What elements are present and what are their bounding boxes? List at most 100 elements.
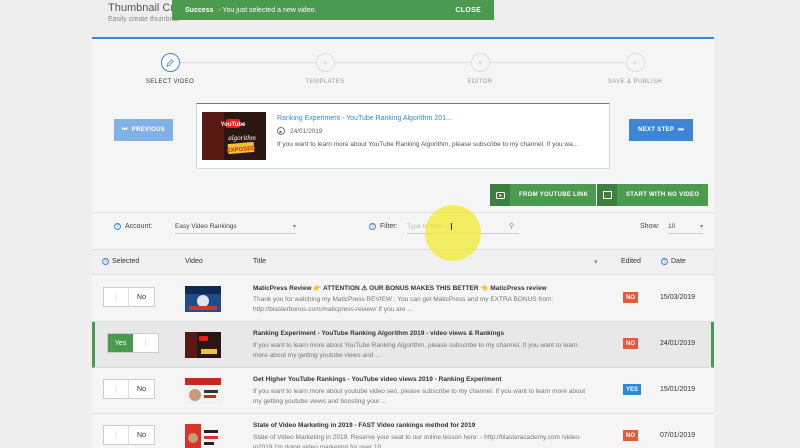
toast-strong: Success xyxy=(185,6,214,14)
plus-icon: + xyxy=(470,53,490,72)
toggle-left[interactable]: | xyxy=(104,380,129,398)
video-date: 15/01/2019 xyxy=(660,386,696,393)
account-label: Account: xyxy=(125,223,153,230)
step-templates[interactable]: + TEMPLATES xyxy=(270,53,380,85)
video-description: State of Video Marketing in 2019. Reserv… xyxy=(253,434,582,448)
column-title[interactable]: Title xyxy=(253,258,266,265)
edited-badge: NO xyxy=(623,338,638,349)
step-label: SAVE & PUBLISH xyxy=(607,79,663,85)
account-select[interactable]: Easy Video Rankings ▾ xyxy=(175,220,296,234)
selected-video-title[interactable]: Ranking Experiment - YouTube Ranking Alg… xyxy=(277,115,452,122)
section-divider xyxy=(92,212,714,213)
video-title: Ranking Experiment - YouTube Ranking Alg… xyxy=(253,330,505,337)
plus-icon: + xyxy=(625,53,645,72)
select-toggle[interactable]: | No xyxy=(103,287,155,307)
next-step-label: NEXT STEP xyxy=(638,127,675,133)
column-video: Video xyxy=(185,258,203,265)
plus-icon: + xyxy=(315,53,335,72)
previous-label: PREVIOUS xyxy=(131,127,166,133)
show-label: Show: xyxy=(640,223,660,230)
filter-bar: ? Account: Easy Video Rankings ▾ ? Filte… xyxy=(92,217,714,239)
selected-video-date: 24/01/2019 xyxy=(290,127,323,135)
table-header: ? Selected Video Title ▾ Edited ? Date xyxy=(92,249,714,275)
pencil-icon xyxy=(160,53,180,72)
success-toast: Success - You just selected a new video.… xyxy=(172,0,494,20)
selected-video-card[interactable]: YouTube algorithm EXPOSED Ranking Experi… xyxy=(196,103,610,169)
no-video-label: START WITH NO VIDEO xyxy=(626,192,700,198)
step-save-publish[interactable]: + SAVE & PUBLISH xyxy=(580,53,690,85)
youtube-play-icon xyxy=(490,184,510,206)
step-label: TEMPLATES xyxy=(305,79,345,85)
thumb-line-1: YouTube xyxy=(221,122,246,128)
column-edited[interactable]: Edited xyxy=(621,258,641,265)
step-label: SELECT VIDEO xyxy=(145,79,195,85)
selected-video-meta: ▶ 24/01/2019 xyxy=(277,127,323,135)
toast-close-button[interactable]: CLOSE xyxy=(455,7,481,14)
video-thumbnail xyxy=(185,424,221,448)
selected-video-thumbnail: YouTube algorithm EXPOSED xyxy=(202,112,266,160)
toast-message: - You just selected a new video. xyxy=(216,6,317,14)
edited-badge: NO xyxy=(623,430,638,441)
table-row[interactable]: | No MaticPress Review 👉 ATTENTION ⚠ OUR… xyxy=(92,276,714,322)
video-date: 15/03/2019 xyxy=(660,294,696,301)
account-value: Easy Video Rankings xyxy=(175,223,237,230)
video-date: 24/01/2019 xyxy=(660,340,696,347)
filter-label: Filter: xyxy=(380,223,398,230)
thumb-line-2: algorithm xyxy=(228,134,256,142)
step-editor[interactable]: + EDITOR xyxy=(425,53,535,85)
video-title: Get Higher YouTube Rankings - YouTube vi… xyxy=(253,376,502,383)
toggle-no[interactable]: No xyxy=(129,288,154,306)
video-date: 07/01/2019 xyxy=(660,432,696,439)
show-select[interactable]: 10 ▾ xyxy=(668,220,703,234)
search-icon[interactable]: ⚲ xyxy=(509,222,514,230)
chevron-down-icon: ▾ xyxy=(292,224,296,230)
from-youtube-label: FROM YOUTUBE LINK xyxy=(519,192,589,198)
help-icon: ? xyxy=(661,258,668,265)
skip-back-icon: ⏮ xyxy=(121,126,128,133)
start-with-no-video-button[interactable]: START WITH NO VIDEO xyxy=(597,184,708,206)
column-selected: Selected xyxy=(112,258,140,265)
video-thumbnail xyxy=(185,286,221,312)
toggle-left[interactable]: | xyxy=(104,288,129,306)
video-description: If you want to learn more about YouTube … xyxy=(253,342,578,359)
help-icon: ? xyxy=(369,223,376,230)
blank-screen-icon xyxy=(597,184,617,206)
toggle-right[interactable]: | xyxy=(133,334,158,352)
video-description: If you want to learn more about youtube … xyxy=(253,388,586,405)
play-icon: ▶ xyxy=(277,127,285,135)
help-icon: ? xyxy=(102,258,109,265)
step-select-video[interactable]: SELECT VIDEO xyxy=(115,53,225,85)
toggle-no[interactable]: No xyxy=(129,426,154,444)
video-thumbnail xyxy=(185,378,221,404)
toggle-no[interactable]: No xyxy=(129,380,154,398)
select-toggle[interactable]: Yes | xyxy=(107,333,159,353)
chevron-down-icon: ▾ xyxy=(699,224,703,230)
previous-button[interactable]: ⏮ PREVIOUS xyxy=(114,119,173,141)
show-value: 10 xyxy=(668,223,676,230)
table-row[interactable]: | No Get Higher YouTube Rankings - YouTu… xyxy=(92,368,714,414)
table-row[interactable]: | No State of Video Marketing in 2019 - … xyxy=(92,414,714,448)
selected-video-description: If you want to learn more about YouTube … xyxy=(277,141,579,148)
toggle-left[interactable]: | xyxy=(104,426,129,444)
select-toggle[interactable]: | No xyxy=(103,379,155,399)
select-toggle[interactable]: | No xyxy=(103,425,155,445)
skip-forward-icon: ⏭ xyxy=(678,126,684,133)
video-title: State of Video Marketing in 2019 - FAST … xyxy=(253,422,476,429)
video-title: MaticPress Review 👉 ATTENTION ⚠ OUR BONU… xyxy=(253,285,547,292)
sort-arrow-icon[interactable]: ▾ xyxy=(594,258,598,266)
help-icon: ? xyxy=(114,223,121,230)
edited-badge: NO xyxy=(623,292,638,303)
filter-input[interactable] xyxy=(407,220,519,234)
step-label: EDITOR xyxy=(467,79,493,85)
table-row[interactable]: Yes | Ranking Experiment - YouTube Ranki… xyxy=(92,322,714,368)
next-step-button[interactable]: NEXT STEP ⏭ xyxy=(629,119,693,141)
video-thumbnail xyxy=(185,332,221,358)
video-description: Thank you for watching my MaticPress REV… xyxy=(253,296,554,313)
toggle-yes[interactable]: Yes xyxy=(108,334,133,352)
edited-badge: YES xyxy=(623,384,642,395)
from-youtube-link-button[interactable]: FROM YOUTUBE LINK xyxy=(490,184,596,206)
wizard-panel: SELECT VIDEO + TEMPLATES + EDITOR + SAVE… xyxy=(92,37,714,448)
stepper-line xyxy=(170,62,635,63)
wizard-stepper: SELECT VIDEO + TEMPLATES + EDITOR + SAVE… xyxy=(92,53,714,93)
column-date: Date xyxy=(671,258,686,265)
